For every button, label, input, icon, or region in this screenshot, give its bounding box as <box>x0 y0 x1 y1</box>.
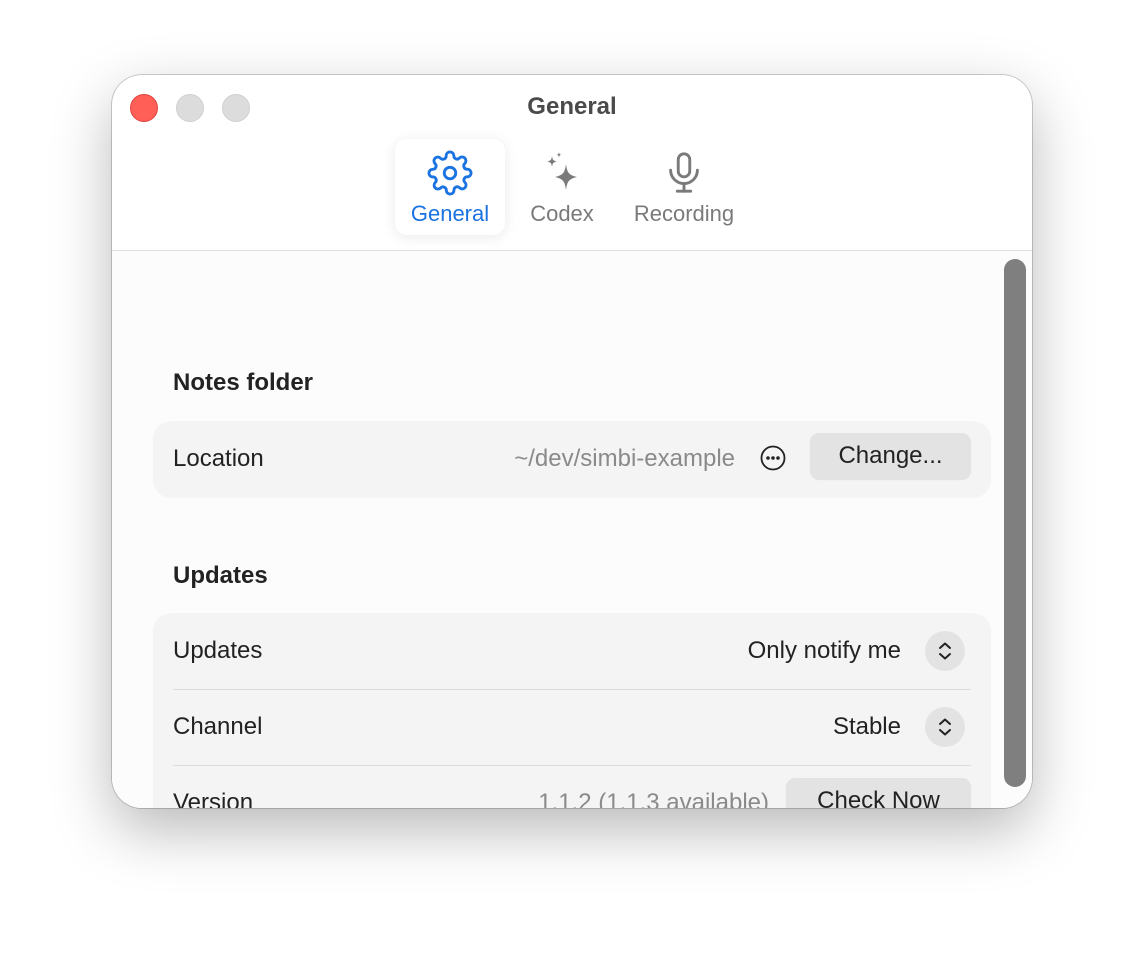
channel-row: Channel Stable <box>153 689 991 765</box>
channel-value[interactable]: Stable <box>833 689 901 765</box>
gear-icon <box>395 149 505 197</box>
change-location-button[interactable]: Change... <box>810 433 971 479</box>
tab-recording[interactable]: Recording <box>620 139 748 235</box>
channel-label: Channel <box>173 713 263 740</box>
version-value: 1.1.2 (1.1.3 available) <box>538 789 769 808</box>
sparkles-icon <box>516 149 608 197</box>
channel-popup-button[interactable] <box>925 707 965 747</box>
updates-row: Updates Only notify me <box>153 613 991 689</box>
microphone-icon <box>620 149 748 197</box>
check-now-button[interactable]: Check Now <box>786 778 971 808</box>
updates-popup-button[interactable] <box>925 631 965 671</box>
settings-content: Notes folder Location ~/dev/simbi-exampl… <box>112 251 1032 808</box>
settings-window: General General Codex Recording Notes fo… <box>112 75 1032 808</box>
scrollbar[interactable] <box>1004 259 1026 787</box>
tab-general-label: General <box>410 201 490 226</box>
window-title: General <box>527 93 617 120</box>
updates-label: Updates <box>173 637 263 664</box>
chevron-up-down-icon <box>939 642 951 660</box>
updates-value[interactable]: Only notify me <box>748 613 901 689</box>
tab-codex[interactable]: Codex <box>516 139 608 235</box>
notes-folder-card: Location ~/dev/simbi-example Change... <box>153 421 991 498</box>
version-row: Version 1.1.2 (1.1.3 available) Check No… <box>153 765 991 808</box>
version-label: Version <box>173 789 254 808</box>
tab-recording-label: Recording <box>633 201 735 226</box>
location-path: ~/dev/simbi-example <box>514 445 735 472</box>
tab-codex-label: Codex <box>530 201 594 226</box>
location-label: Location <box>173 445 264 472</box>
ellipsis-circle-icon[interactable] <box>760 445 786 471</box>
location-row: Location ~/dev/simbi-example Change... <box>153 421 991 497</box>
updates-section-title: Updates <box>173 562 268 589</box>
updates-card: Updates Only notify me Channel Stable Ve… <box>153 613 991 808</box>
chevron-up-down-icon <box>939 718 951 736</box>
tab-general[interactable]: General <box>395 139 505 235</box>
notes-folder-section-title: Notes folder <box>173 369 314 396</box>
